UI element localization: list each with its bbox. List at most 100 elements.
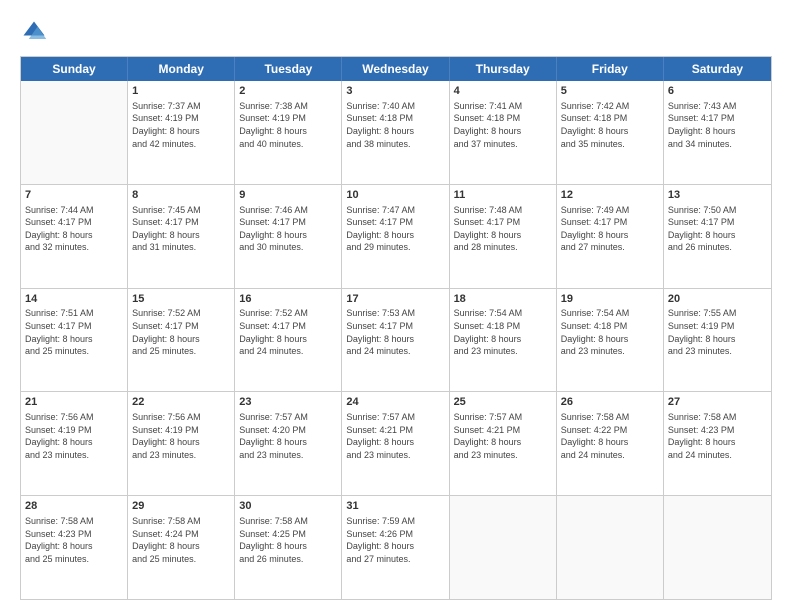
day-number: 11 (454, 188, 552, 203)
logo-icon (20, 18, 48, 46)
day-number: 4 (454, 84, 552, 99)
calendar-cell-10: 10Sunrise: 7:47 AM Sunset: 4:17 PM Dayli… (342, 185, 449, 288)
day-number: 15 (132, 292, 230, 307)
cell-info: Sunrise: 7:38 AM Sunset: 4:19 PM Dayligh… (239, 100, 337, 150)
cell-info: Sunrise: 7:50 AM Sunset: 4:17 PM Dayligh… (668, 204, 767, 254)
header-day-saturday: Saturday (664, 57, 771, 81)
cell-info: Sunrise: 7:57 AM Sunset: 4:20 PM Dayligh… (239, 411, 337, 461)
calendar-row: 7Sunrise: 7:44 AM Sunset: 4:17 PM Daylig… (21, 184, 771, 288)
cell-info: Sunrise: 7:58 AM Sunset: 4:23 PM Dayligh… (668, 411, 767, 461)
calendar-cell-11: 11Sunrise: 7:48 AM Sunset: 4:17 PM Dayli… (450, 185, 557, 288)
day-number: 29 (132, 499, 230, 514)
day-number: 1 (132, 84, 230, 99)
calendar-cell-30: 30Sunrise: 7:58 AM Sunset: 4:25 PM Dayli… (235, 496, 342, 599)
cell-info: Sunrise: 7:52 AM Sunset: 4:17 PM Dayligh… (239, 307, 337, 357)
cell-info: Sunrise: 7:58 AM Sunset: 4:24 PM Dayligh… (132, 515, 230, 565)
calendar-cell-9: 9Sunrise: 7:46 AM Sunset: 4:17 PM Daylig… (235, 185, 342, 288)
cell-info: Sunrise: 7:40 AM Sunset: 4:18 PM Dayligh… (346, 100, 444, 150)
cell-info: Sunrise: 7:43 AM Sunset: 4:17 PM Dayligh… (668, 100, 767, 150)
day-number: 2 (239, 84, 337, 99)
day-number: 13 (668, 188, 767, 203)
calendar-row: 1Sunrise: 7:37 AM Sunset: 4:19 PM Daylig… (21, 81, 771, 184)
day-number: 31 (346, 499, 444, 514)
day-number: 18 (454, 292, 552, 307)
cell-info: Sunrise: 7:57 AM Sunset: 4:21 PM Dayligh… (454, 411, 552, 461)
cell-info: Sunrise: 7:59 AM Sunset: 4:26 PM Dayligh… (346, 515, 444, 565)
header-day-thursday: Thursday (450, 57, 557, 81)
day-number: 12 (561, 188, 659, 203)
day-number: 14 (25, 292, 123, 307)
header-day-wednesday: Wednesday (342, 57, 449, 81)
cell-info: Sunrise: 7:51 AM Sunset: 4:17 PM Dayligh… (25, 307, 123, 357)
cell-info: Sunrise: 7:56 AM Sunset: 4:19 PM Dayligh… (132, 411, 230, 461)
calendar-cell-24: 24Sunrise: 7:57 AM Sunset: 4:21 PM Dayli… (342, 392, 449, 495)
logo (20, 18, 52, 46)
day-number: 19 (561, 292, 659, 307)
calendar-cell-empty (450, 496, 557, 599)
calendar-cell-21: 21Sunrise: 7:56 AM Sunset: 4:19 PM Dayli… (21, 392, 128, 495)
day-number: 30 (239, 499, 337, 514)
calendar-cell-6: 6Sunrise: 7:43 AM Sunset: 4:17 PM Daylig… (664, 81, 771, 184)
calendar-cell-20: 20Sunrise: 7:55 AM Sunset: 4:19 PM Dayli… (664, 289, 771, 392)
calendar-cell-7: 7Sunrise: 7:44 AM Sunset: 4:17 PM Daylig… (21, 185, 128, 288)
calendar-body: 1Sunrise: 7:37 AM Sunset: 4:19 PM Daylig… (21, 81, 771, 599)
calendar-cell-25: 25Sunrise: 7:57 AM Sunset: 4:21 PM Dayli… (450, 392, 557, 495)
day-number: 17 (346, 292, 444, 307)
calendar-cell-17: 17Sunrise: 7:53 AM Sunset: 4:17 PM Dayli… (342, 289, 449, 392)
calendar-header: SundayMondayTuesdayWednesdayThursdayFrid… (21, 57, 771, 81)
cell-info: Sunrise: 7:48 AM Sunset: 4:17 PM Dayligh… (454, 204, 552, 254)
calendar-cell-empty (21, 81, 128, 184)
cell-info: Sunrise: 7:57 AM Sunset: 4:21 PM Dayligh… (346, 411, 444, 461)
cell-info: Sunrise: 7:45 AM Sunset: 4:17 PM Dayligh… (132, 204, 230, 254)
header-day-monday: Monday (128, 57, 235, 81)
day-number: 16 (239, 292, 337, 307)
calendar-cell-8: 8Sunrise: 7:45 AM Sunset: 4:17 PM Daylig… (128, 185, 235, 288)
cell-info: Sunrise: 7:41 AM Sunset: 4:18 PM Dayligh… (454, 100, 552, 150)
calendar-cell-14: 14Sunrise: 7:51 AM Sunset: 4:17 PM Dayli… (21, 289, 128, 392)
calendar-cell-18: 18Sunrise: 7:54 AM Sunset: 4:18 PM Dayli… (450, 289, 557, 392)
calendar-row: 14Sunrise: 7:51 AM Sunset: 4:17 PM Dayli… (21, 288, 771, 392)
calendar-cell-22: 22Sunrise: 7:56 AM Sunset: 4:19 PM Dayli… (128, 392, 235, 495)
day-number: 26 (561, 395, 659, 410)
cell-info: Sunrise: 7:44 AM Sunset: 4:17 PM Dayligh… (25, 204, 123, 254)
calendar-cell-empty (557, 496, 664, 599)
calendar-cell-3: 3Sunrise: 7:40 AM Sunset: 4:18 PM Daylig… (342, 81, 449, 184)
day-number: 28 (25, 499, 123, 514)
calendar-cell-1: 1Sunrise: 7:37 AM Sunset: 4:19 PM Daylig… (128, 81, 235, 184)
cell-info: Sunrise: 7:56 AM Sunset: 4:19 PM Dayligh… (25, 411, 123, 461)
day-number: 5 (561, 84, 659, 99)
day-number: 20 (668, 292, 767, 307)
day-number: 25 (454, 395, 552, 410)
day-number: 6 (668, 84, 767, 99)
cell-info: Sunrise: 7:54 AM Sunset: 4:18 PM Dayligh… (561, 307, 659, 357)
calendar-cell-23: 23Sunrise: 7:57 AM Sunset: 4:20 PM Dayli… (235, 392, 342, 495)
calendar-cell-13: 13Sunrise: 7:50 AM Sunset: 4:17 PM Dayli… (664, 185, 771, 288)
calendar-cell-27: 27Sunrise: 7:58 AM Sunset: 4:23 PM Dayli… (664, 392, 771, 495)
calendar-row: 21Sunrise: 7:56 AM Sunset: 4:19 PM Dayli… (21, 391, 771, 495)
header-day-friday: Friday (557, 57, 664, 81)
calendar-cell-31: 31Sunrise: 7:59 AM Sunset: 4:26 PM Dayli… (342, 496, 449, 599)
day-number: 10 (346, 188, 444, 203)
calendar-cell-16: 16Sunrise: 7:52 AM Sunset: 4:17 PM Dayli… (235, 289, 342, 392)
calendar: SundayMondayTuesdayWednesdayThursdayFrid… (20, 56, 772, 600)
calendar-cell-empty (664, 496, 771, 599)
day-number: 3 (346, 84, 444, 99)
cell-info: Sunrise: 7:58 AM Sunset: 4:25 PM Dayligh… (239, 515, 337, 565)
header-day-sunday: Sunday (21, 57, 128, 81)
day-number: 23 (239, 395, 337, 410)
calendar-row: 28Sunrise: 7:58 AM Sunset: 4:23 PM Dayli… (21, 495, 771, 599)
cell-info: Sunrise: 7:55 AM Sunset: 4:19 PM Dayligh… (668, 307, 767, 357)
cell-info: Sunrise: 7:37 AM Sunset: 4:19 PM Dayligh… (132, 100, 230, 150)
calendar-cell-28: 28Sunrise: 7:58 AM Sunset: 4:23 PM Dayli… (21, 496, 128, 599)
calendar-cell-15: 15Sunrise: 7:52 AM Sunset: 4:17 PM Dayli… (128, 289, 235, 392)
cell-info: Sunrise: 7:52 AM Sunset: 4:17 PM Dayligh… (132, 307, 230, 357)
day-number: 27 (668, 395, 767, 410)
calendar-cell-2: 2Sunrise: 7:38 AM Sunset: 4:19 PM Daylig… (235, 81, 342, 184)
calendar-cell-5: 5Sunrise: 7:42 AM Sunset: 4:18 PM Daylig… (557, 81, 664, 184)
header-day-tuesday: Tuesday (235, 57, 342, 81)
calendar-cell-12: 12Sunrise: 7:49 AM Sunset: 4:17 PM Dayli… (557, 185, 664, 288)
day-number: 24 (346, 395, 444, 410)
calendar-cell-26: 26Sunrise: 7:58 AM Sunset: 4:22 PM Dayli… (557, 392, 664, 495)
cell-info: Sunrise: 7:42 AM Sunset: 4:18 PM Dayligh… (561, 100, 659, 150)
cell-info: Sunrise: 7:47 AM Sunset: 4:17 PM Dayligh… (346, 204, 444, 254)
